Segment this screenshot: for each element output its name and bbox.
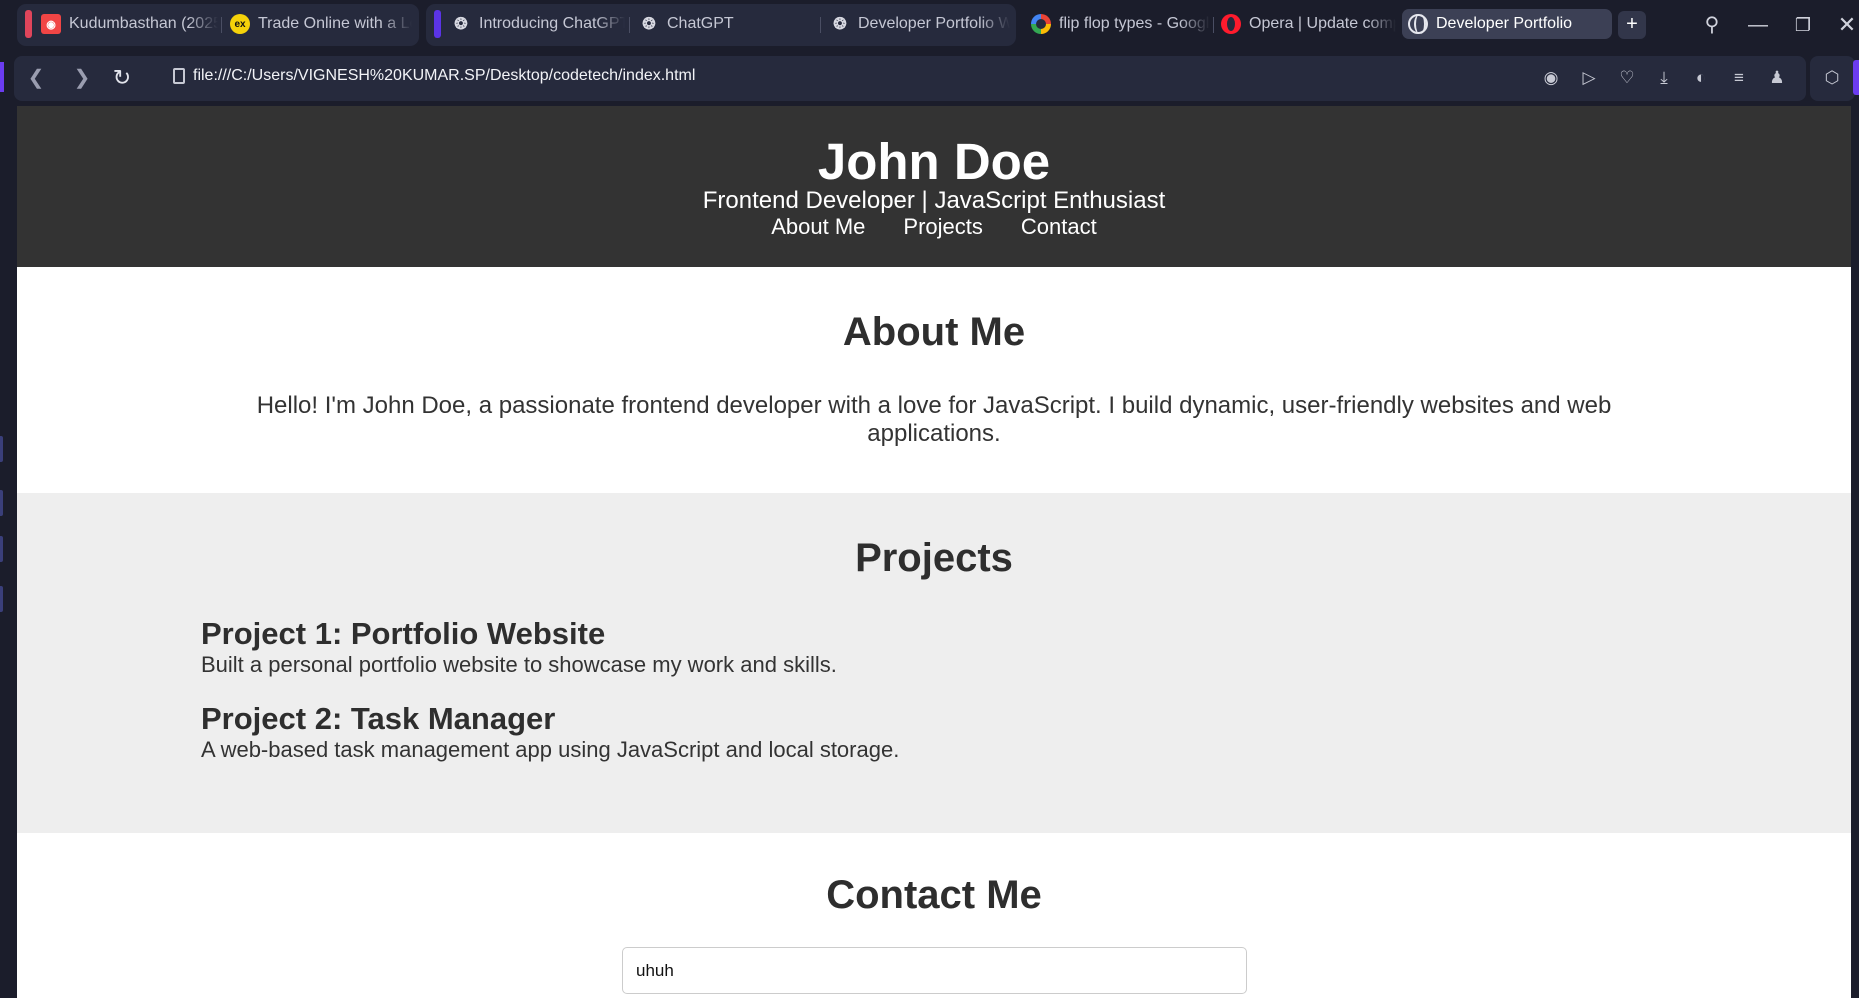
tab-chatgpt[interactable]: ❂ ChatGPT — [633, 9, 813, 39]
tab-separator — [1213, 17, 1214, 33]
openai-icon: ❂ — [642, 16, 656, 33]
sidebar-marker — [0, 586, 3, 612]
project-item: Project 2: Task Manager A web-based task… — [201, 701, 899, 763]
sidebar-marker — [0, 436, 3, 462]
site-nav: About Me Projects Contact — [17, 214, 1851, 240]
contact-section: Contact Me — [17, 833, 1851, 998]
site-tagline: Frontend Developer | JavaScript Enthusia… — [702, 187, 1166, 214]
tab-label: Developer Portfolio — [1436, 15, 1573, 32]
openai-icon: ❂ — [833, 16, 847, 33]
google-icon — [1031, 14, 1051, 34]
tab-separator — [629, 17, 630, 33]
tab-separator — [820, 17, 821, 33]
tab-label: flip flop types - Google — [1059, 15, 1210, 32]
battery-saver-icon[interactable]: ◐ — [1688, 65, 1714, 91]
contact-heading: Contact Me — [826, 873, 1042, 917]
sidebar-accent — [0, 62, 4, 92]
download-icon[interactable]: ⤓ — [1651, 65, 1677, 91]
sidebar-accent-right — [1853, 60, 1859, 95]
close-window-icon[interactable]: ✕ — [1832, 10, 1859, 40]
project-item: Project 1: Portfolio Website Built a per… — [201, 616, 837, 678]
search-tabs-icon[interactable]: ⚲ — [1697, 10, 1727, 40]
about-heading: About Me — [842, 310, 1026, 354]
contact-name-input[interactable] — [622, 947, 1247, 994]
project-name: Project 1: Portfolio Website — [201, 616, 606, 651]
opera-icon — [1221, 14, 1241, 34]
address-bar: ❮ ❯ ↻ file:///C:/Users/VIGNESH%20KUMAR.S… — [14, 56, 1806, 101]
about-text: Hello! I'm John Doe, a passionate fronte… — [256, 392, 1612, 447]
reload-icon[interactable]: ↻ — [106, 62, 138, 94]
profile-icon[interactable]: ♟ — [1764, 65, 1790, 91]
nav-link-contact[interactable]: Contact — [1021, 214, 1097, 240]
rss-icon: ◉ — [41, 14, 61, 34]
project-description: A web-based task management app using Ja… — [201, 737, 900, 762]
extensions-cube-icon[interactable]: ⬡ — [1819, 65, 1845, 91]
project-description: Built a personal portfolio website to sh… — [201, 652, 837, 677]
url-field[interactable]: file:///C:/Users/VIGNESH%20KUMAR.SP/Desk… — [193, 67, 695, 85]
tab-group-color-bar — [434, 10, 441, 38]
page-scrollbar[interactable] — [1851, 106, 1859, 998]
tab-developer-portfolio-web[interactable]: ❂ Developer Portfolio We — [824, 9, 1010, 39]
nav-link-projects[interactable]: Projects — [903, 214, 982, 240]
tab-flip-flop-types[interactable]: flip flop types - Google — [1025, 9, 1210, 39]
ex-logo-icon: ex — [230, 14, 250, 34]
camera-icon[interactable]: ◉ — [1538, 65, 1564, 91]
tab-label: Developer Portfolio We — [858, 15, 1010, 32]
page-viewport: John Doe Frontend Developer | JavaScript… — [17, 106, 1851, 998]
sidebar-marker — [0, 490, 3, 516]
tab-introducing-chatgpt[interactable]: ❂ Introducing ChatGPT | C — [445, 9, 625, 39]
about-section: About Me Hello! I'm John Doe, a passiona… — [17, 267, 1851, 493]
minimize-icon[interactable]: — — [1743, 10, 1773, 40]
tab-kudumbasthan[interactable]: ◉ Kudumbasthan (2025) — [35, 9, 218, 39]
tab-strip: ◉ Kudumbasthan (2025) ex Trade Online wi… — [0, 0, 1859, 50]
easy-setup-icon[interactable]: ≡ — [1726, 65, 1752, 91]
tab-label: Trade Online with a Lea — [258, 15, 412, 32]
file-icon — [173, 68, 185, 84]
tab-separator — [221, 17, 222, 33]
tab-label: ChatGPT — [667, 15, 734, 32]
restore-icon[interactable]: ❐ — [1788, 10, 1818, 40]
globe-icon — [1408, 14, 1428, 34]
sidebar-marker — [0, 536, 3, 562]
site-title: John Doe — [817, 133, 1051, 190]
tab-label: Kudumbasthan (2025) — [69, 15, 218, 32]
forward-icon[interactable]: ❯ — [66, 62, 98, 94]
tab-developer-portfolio-active[interactable]: Developer Portfolio — [1402, 9, 1612, 39]
send-icon[interactable]: ▷ — [1576, 65, 1602, 91]
site-header: John Doe Frontend Developer | JavaScript… — [17, 106, 1851, 267]
tab-opera-update[interactable]: Opera | Update comple — [1215, 9, 1396, 39]
projects-section: Projects Project 1: Portfolio Website Bu… — [17, 493, 1851, 833]
tab-label: Opera | Update comple — [1249, 15, 1396, 32]
project-name: Project 2: Task Manager — [201, 701, 556, 736]
tab-trade-online[interactable]: ex Trade Online with a Lea — [224, 9, 412, 39]
new-tab-button[interactable]: + — [1618, 11, 1646, 39]
projects-heading: Projects — [855, 536, 1013, 580]
nav-link-about[interactable]: About Me — [771, 214, 865, 240]
heart-icon[interactable]: ♡ — [1614, 65, 1640, 91]
tab-label: Introducing ChatGPT | C — [479, 15, 625, 32]
openai-icon: ❂ — [454, 16, 468, 33]
tab-group-color-bar — [25, 10, 32, 38]
back-icon[interactable]: ❮ — [20, 62, 52, 94]
extensions-box: ⬡ — [1810, 56, 1855, 101]
